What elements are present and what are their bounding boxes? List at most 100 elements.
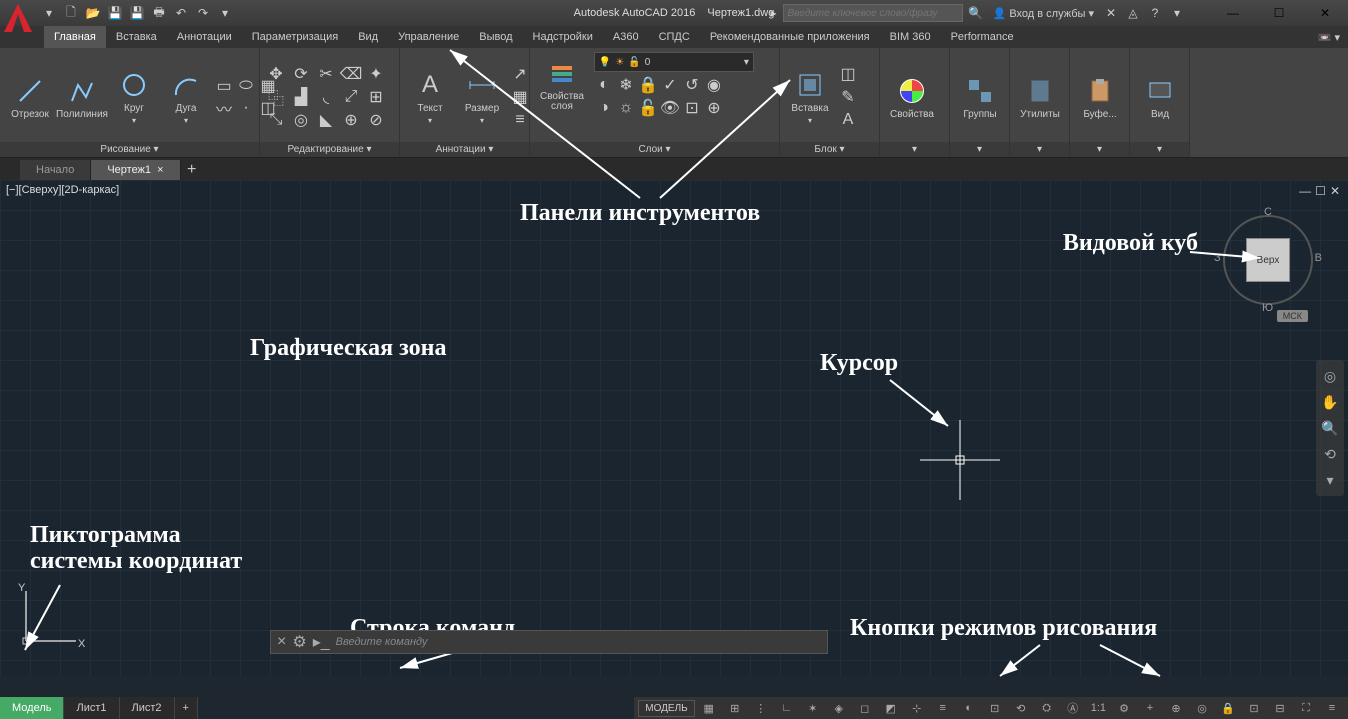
status-3dosnap-icon[interactable]: ◩ bbox=[879, 698, 903, 718]
status-annomonitor-icon[interactable]: + bbox=[1138, 698, 1162, 718]
undo-icon[interactable]: ↶ bbox=[172, 4, 190, 22]
tab-performance[interactable]: Performance bbox=[941, 26, 1024, 48]
ucs-icon[interactable]: YX bbox=[16, 581, 86, 656]
panel-modify-title[interactable]: Редактирование ▾ bbox=[260, 142, 399, 157]
tab-sheet2[interactable]: Лист2 bbox=[120, 697, 175, 719]
panel-view-title[interactable]: ▾ bbox=[1130, 142, 1189, 157]
tab-output[interactable]: Вывод bbox=[469, 26, 522, 48]
help-dd-icon[interactable]: ▾ bbox=[1168, 4, 1186, 22]
join-icon[interactable]: ⊕ bbox=[341, 110, 361, 130]
stretch-icon[interactable]: ⤢ bbox=[341, 87, 361, 107]
panel-groups-title[interactable]: ▾ bbox=[950, 142, 1009, 157]
panel-utils-title[interactable]: ▾ bbox=[1010, 142, 1069, 157]
utilities-button[interactable]: Утилиты bbox=[1016, 73, 1064, 122]
block-edit-icon[interactable]: ✎ bbox=[838, 87, 858, 107]
viewcube-north[interactable]: С bbox=[1264, 206, 1272, 218]
save-icon[interactable]: 💾 bbox=[106, 4, 124, 22]
tab-add-button[interactable]: + bbox=[181, 160, 203, 180]
chamfer-icon[interactable]: ◣ bbox=[316, 110, 336, 130]
arc-button[interactable]: Дуга▾ bbox=[162, 67, 210, 127]
tab-addins[interactable]: Надстройки bbox=[523, 26, 603, 48]
status-lock-icon[interactable]: 🔒 bbox=[1216, 698, 1240, 718]
status-sc-icon[interactable]: ⊡ bbox=[983, 698, 1007, 718]
status-lwt-icon[interactable]: ≡ bbox=[931, 698, 955, 718]
table-icon[interactable]: ▦ bbox=[510, 87, 530, 107]
layer-on-icon[interactable]: ◑ bbox=[594, 98, 614, 118]
tab-model[interactable]: Модель bbox=[0, 697, 64, 719]
viewcube-msk[interactable]: МСК bbox=[1277, 310, 1308, 322]
status-transp-icon[interactable]: ◐ bbox=[957, 698, 981, 718]
tab-add-layout[interactable]: + bbox=[175, 697, 198, 719]
panel-clip-title[interactable]: ▾ bbox=[1070, 142, 1129, 157]
erase-icon[interactable]: ⌫ bbox=[341, 64, 361, 84]
cmd-handle-icon[interactable]: ⚙ bbox=[292, 632, 306, 652]
tab-annotate[interactable]: Аннотации bbox=[167, 26, 242, 48]
copy-icon[interactable]: ⿻ bbox=[266, 87, 286, 107]
ellipse-icon[interactable]: ⬭ bbox=[236, 76, 256, 96]
minimize-button[interactable]: — bbox=[1210, 0, 1256, 26]
layer-prev-icon[interactable]: ↺ bbox=[682, 75, 702, 95]
break-icon[interactable]: ⊘ bbox=[366, 110, 386, 130]
line-button[interactable]: Отрезок bbox=[6, 73, 54, 122]
groups-button[interactable]: Группы bbox=[956, 73, 1004, 122]
status-osnap-icon[interactable]: ◻ bbox=[853, 698, 877, 718]
nav-orbit-icon[interactable]: ⟲ bbox=[1318, 442, 1342, 466]
insert-button[interactable]: Вставка▾ bbox=[786, 67, 834, 127]
tab-close-icon[interactable]: × bbox=[157, 164, 163, 176]
block-create-icon[interactable]: ◫ bbox=[838, 64, 858, 84]
layer-lock-icon[interactable]: 🔒 bbox=[638, 75, 658, 95]
ribbon-collapse-icon[interactable]: 📼 ▾ bbox=[1318, 31, 1340, 44]
status-snap-icon[interactable]: ⊞ bbox=[723, 698, 747, 718]
tab-home[interactable]: Главная bbox=[44, 26, 106, 48]
maximize-button[interactable]: ☐ bbox=[1256, 0, 1302, 26]
status-anno-icon[interactable]: ⛭ bbox=[1035, 698, 1059, 718]
clipboard-button[interactable]: Буфе... bbox=[1076, 73, 1124, 122]
status-model-badge[interactable]: МОДЕЛЬ bbox=[638, 700, 694, 717]
tab-spds[interactable]: СПДС bbox=[649, 26, 700, 48]
plot-icon[interactable]: 🖶 bbox=[150, 4, 168, 22]
panel-annot-title[interactable]: Аннотации ▾ bbox=[400, 142, 529, 157]
panel-draw-title[interactable]: Рисование ▾ bbox=[0, 142, 259, 157]
view-button[interactable]: Вид bbox=[1136, 73, 1184, 122]
layer-unlock-icon[interactable]: 🔓 bbox=[638, 98, 658, 118]
viewcube-south[interactable]: Ю bbox=[1262, 302, 1273, 314]
app-logo[interactable] bbox=[0, 0, 36, 36]
cmd-input[interactable]: Введите команду bbox=[336, 636, 821, 648]
point-icon[interactable]: · bbox=[236, 98, 256, 118]
rect-icon[interactable]: ▭ bbox=[214, 76, 234, 96]
scale-icon[interactable]: ⤡ bbox=[266, 110, 286, 130]
status-annoscale-icon[interactable]: Ⓐ bbox=[1061, 698, 1085, 718]
nav-pan-icon[interactable]: ✋ bbox=[1318, 390, 1342, 414]
vp-close-icon[interactable]: ✕ bbox=[1330, 184, 1340, 198]
array-icon[interactable]: ⊞ bbox=[366, 87, 386, 107]
redo-icon[interactable]: ↷ bbox=[194, 4, 212, 22]
search-icon[interactable]: 🔍 bbox=[967, 4, 985, 22]
command-line[interactable]: × ⚙ ▸_ Введите команду bbox=[270, 630, 828, 654]
layer-state-icon[interactable]: ⊡ bbox=[682, 98, 702, 118]
new-file-icon[interactable]: 🗋 bbox=[62, 4, 80, 22]
panel-props-title[interactable]: ▾ bbox=[880, 142, 949, 157]
tab-param[interactable]: Параметризация bbox=[242, 26, 348, 48]
tab-manage[interactable]: Управление bbox=[388, 26, 469, 48]
layer-selector[interactable]: 💡☀🔓0▾ bbox=[594, 52, 754, 72]
spline-icon[interactable]: 〰 bbox=[214, 98, 234, 118]
text-button[interactable]: AТекст▾ bbox=[406, 67, 454, 127]
explode-icon[interactable]: ✦ bbox=[366, 64, 386, 84]
tab-insert[interactable]: Вставка bbox=[106, 26, 167, 48]
status-otrack-icon[interactable]: ⊹ bbox=[905, 698, 929, 718]
open-icon[interactable]: 📂 bbox=[84, 4, 102, 22]
panel-layers-title[interactable]: Слои ▾ bbox=[530, 142, 779, 157]
search-input[interactable] bbox=[783, 4, 963, 22]
status-qp-icon[interactable]: ◎ bbox=[1190, 698, 1214, 718]
viewcube[interactable]: Верх С Ю В З bbox=[1218, 210, 1318, 310]
status-ortho-icon[interactable]: ∟ bbox=[775, 698, 799, 718]
status-iso2-icon[interactable]: ⊟ bbox=[1268, 698, 1292, 718]
status-iso-icon[interactable]: ◈ bbox=[827, 698, 851, 718]
viewport-label[interactable]: [−][Сверху][2D-каркас] bbox=[6, 184, 119, 196]
move-icon[interactable]: ✥ bbox=[266, 64, 286, 84]
layer-match-icon[interactable]: ✓ bbox=[660, 75, 680, 95]
a360-icon[interactable]: ◬ bbox=[1124, 4, 1142, 22]
viewcube-face-top[interactable]: Верх bbox=[1246, 238, 1290, 282]
rotate-icon[interactable]: ⟳ bbox=[291, 64, 311, 84]
viewcube-east[interactable]: В bbox=[1315, 252, 1322, 264]
